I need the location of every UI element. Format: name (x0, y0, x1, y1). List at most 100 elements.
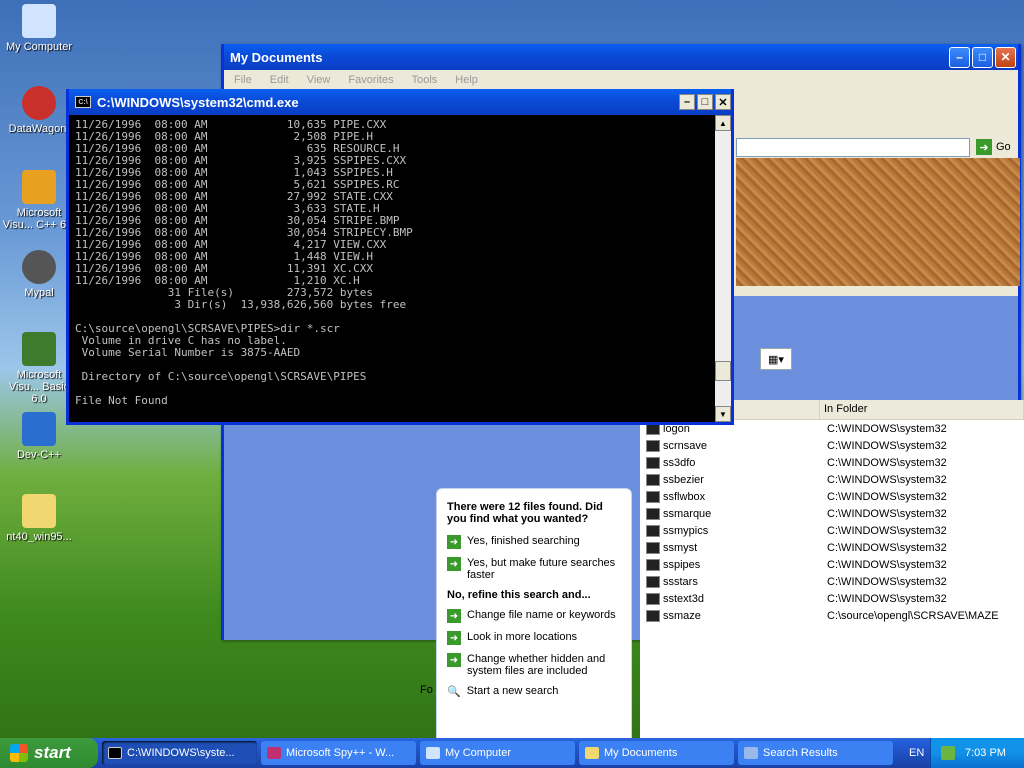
folders-fragment: Fo (420, 684, 433, 696)
console-scrollbar[interactable]: ▲ ▼ (715, 115, 731, 422)
minimize-button[interactable]: – (949, 46, 970, 68)
vb-icon (22, 332, 56, 366)
devcpp-icon (22, 412, 56, 446)
result-row[interactable]: ssbezier C:\WINDOWS\system32 (640, 471, 1024, 488)
result-folder: C:\WINDOWS\system32 (827, 456, 947, 469)
task-search-results[interactable]: Search Results (738, 741, 893, 765)
result-name: ssmypics (663, 524, 709, 537)
green-arrow-icon: ➜ (447, 653, 461, 667)
language-indicator[interactable]: EN (909, 747, 924, 759)
result-row[interactable]: ssmyst C:\WINDOWS\system32 (640, 539, 1024, 556)
result-row[interactable]: ss3dfo C:\WINDOWS\system32 (640, 454, 1024, 471)
address-bar: ➜ Go (736, 136, 1020, 158)
search-icon (744, 747, 758, 759)
mydocs-titlebar[interactable]: My Documents – □ ✕ (224, 44, 1018, 70)
views-button[interactable]: ▦▾ (760, 348, 792, 370)
screensaver-file-icon (646, 473, 660, 486)
option-faster[interactable]: ➜ Yes, but make future searches faster (447, 557, 621, 581)
screensaver-file-icon (646, 609, 660, 622)
menu-favorites[interactable]: Favorites (348, 74, 393, 86)
scroll-down-icon[interactable]: ▼ (715, 406, 731, 422)
result-folder: C:\WINDOWS\system32 (827, 524, 947, 537)
screensaver-file-icon (646, 439, 660, 452)
task-my-documents[interactable]: My Documents (579, 741, 734, 765)
result-row[interactable]: sspipes C:\WINDOWS\system32 (640, 556, 1024, 573)
screensaver-file-icon (646, 490, 660, 503)
result-row[interactable]: ssmypics C:\WINDOWS\system32 (640, 522, 1024, 539)
result-name: ssmarque (663, 507, 712, 520)
cmd-maximize-button[interactable]: □ (697, 94, 713, 110)
screensaver-file-icon (646, 541, 660, 554)
datawagon-icon (22, 86, 56, 120)
result-row[interactable]: ssstars C:\WINDOWS\system32 (640, 573, 1024, 590)
computer-icon (22, 4, 56, 38)
result-name: sspipes (663, 558, 701, 571)
maximize-button[interactable]: □ (972, 46, 993, 68)
result-name: ssflwbox (663, 490, 706, 503)
result-name: ssmaze (663, 609, 701, 622)
result-row[interactable]: scrnsave C:\WINDOWS\system32 (640, 437, 1024, 454)
menu-view[interactable]: View (307, 74, 331, 86)
cmd-icon: C:\ (75, 96, 91, 108)
result-row[interactable]: ssflwbox C:\WINDOWS\system32 (640, 488, 1024, 505)
screensaver-file-icon (646, 507, 660, 520)
result-row[interactable]: sstext3d C:\WINDOWS\system32 (640, 590, 1024, 607)
result-folder: C:\WINDOWS\system32 (827, 439, 947, 452)
console-line: Directory of C:\source\opengl\SCRSAVE\PI… (75, 370, 367, 383)
close-button[interactable]: ✕ (995, 46, 1016, 68)
option-new-search[interactable]: 🔍 Start a new search (447, 685, 621, 698)
cmd-icon (108, 747, 122, 759)
views-icon: ▦▾ (768, 353, 784, 366)
go-button[interactable]: ➜ Go (970, 139, 1020, 155)
task-cmd[interactable]: C:\WINDOWS\syste... (102, 741, 257, 765)
green-arrow-icon: ➜ (447, 535, 461, 549)
option-change-name[interactable]: ➜ Change file name or keywords (447, 609, 621, 623)
scroll-up-icon[interactable]: ▲ (715, 115, 731, 131)
result-folder: C:\WINDOWS\system32 (827, 592, 947, 605)
clock[interactable]: 7:03 PM (965, 747, 1006, 759)
menu-edit[interactable]: Edit (270, 74, 289, 86)
scroll-thumb[interactable] (715, 361, 731, 381)
search-icon: 🔍 (447, 686, 461, 698)
tray-app-icon[interactable] (941, 746, 955, 760)
task-my-computer[interactable]: My Computer (420, 741, 575, 765)
screensaver-file-icon (646, 524, 660, 537)
start-button[interactable]: start (0, 738, 98, 768)
column-in-folder[interactable]: In Folder (820, 400, 1024, 419)
screensaver-file-icon (646, 575, 660, 588)
cmd-titlebar[interactable]: C:\ C:\WINDOWS\system32\cmd.exe – □ ✕ (69, 89, 731, 115)
folder-icon (585, 747, 599, 759)
msvc-icon (22, 170, 56, 204)
mydocs-menubar: File Edit View Favorites Tools Help (224, 70, 1018, 90)
mydocs-title: My Documents (230, 49, 323, 65)
iso-folder-icon (22, 494, 56, 528)
option-hidden-files[interactable]: ➜ Change whether hidden and system files… (447, 653, 621, 677)
desktop-icon-my-computer[interactable]: My Computer (0, 4, 78, 53)
desktop-icon-iso[interactable]: nt40_win95... (0, 494, 78, 543)
computer-icon (426, 747, 440, 759)
taskbar: start C:\WINDOWS\syste... Microsoft Spy+… (0, 738, 1024, 768)
green-arrow-icon: ➜ (447, 631, 461, 645)
result-name: ssbezier (663, 473, 704, 486)
cmd-minimize-button[interactable]: – (679, 94, 695, 110)
result-name: ssstars (663, 575, 698, 588)
option-more-locations[interactable]: ➜ Look in more locations (447, 631, 621, 645)
windows-flag-icon (10, 744, 28, 762)
menu-help[interactable]: Help (455, 74, 478, 86)
result-folder: C:\WINDOWS\system32 (827, 558, 947, 571)
result-folder: C:\WINDOWS\system32 (827, 422, 947, 435)
result-name: ssmyst (663, 541, 698, 554)
menu-file[interactable]: File (234, 74, 252, 86)
result-row[interactable]: ssmaze C:\source\opengl\SCRSAVE\MAZE (640, 607, 1024, 624)
result-name: ss3dfo (663, 456, 696, 469)
console-output[interactable]: 11/26/1996 08:00 AM 10,635 PIPE.CXX 11/26… (69, 115, 715, 422)
result-row[interactable]: ssmarque C:\WINDOWS\system32 (640, 505, 1024, 522)
option-finished[interactable]: ➜ Yes, finished searching (447, 535, 621, 549)
address-input[interactable] (736, 137, 970, 157)
cmd-window[interactable]: C:\ C:\WINDOWS\system32\cmd.exe – □ ✕ 11… (66, 89, 734, 425)
menu-tools[interactable]: Tools (412, 74, 438, 86)
refine-heading: No, refine this search and... (447, 589, 591, 601)
cmd-close-button[interactable]: ✕ (715, 94, 731, 110)
task-spy[interactable]: Microsoft Spy++ - W... (261, 741, 416, 765)
mypal-icon (22, 250, 56, 284)
